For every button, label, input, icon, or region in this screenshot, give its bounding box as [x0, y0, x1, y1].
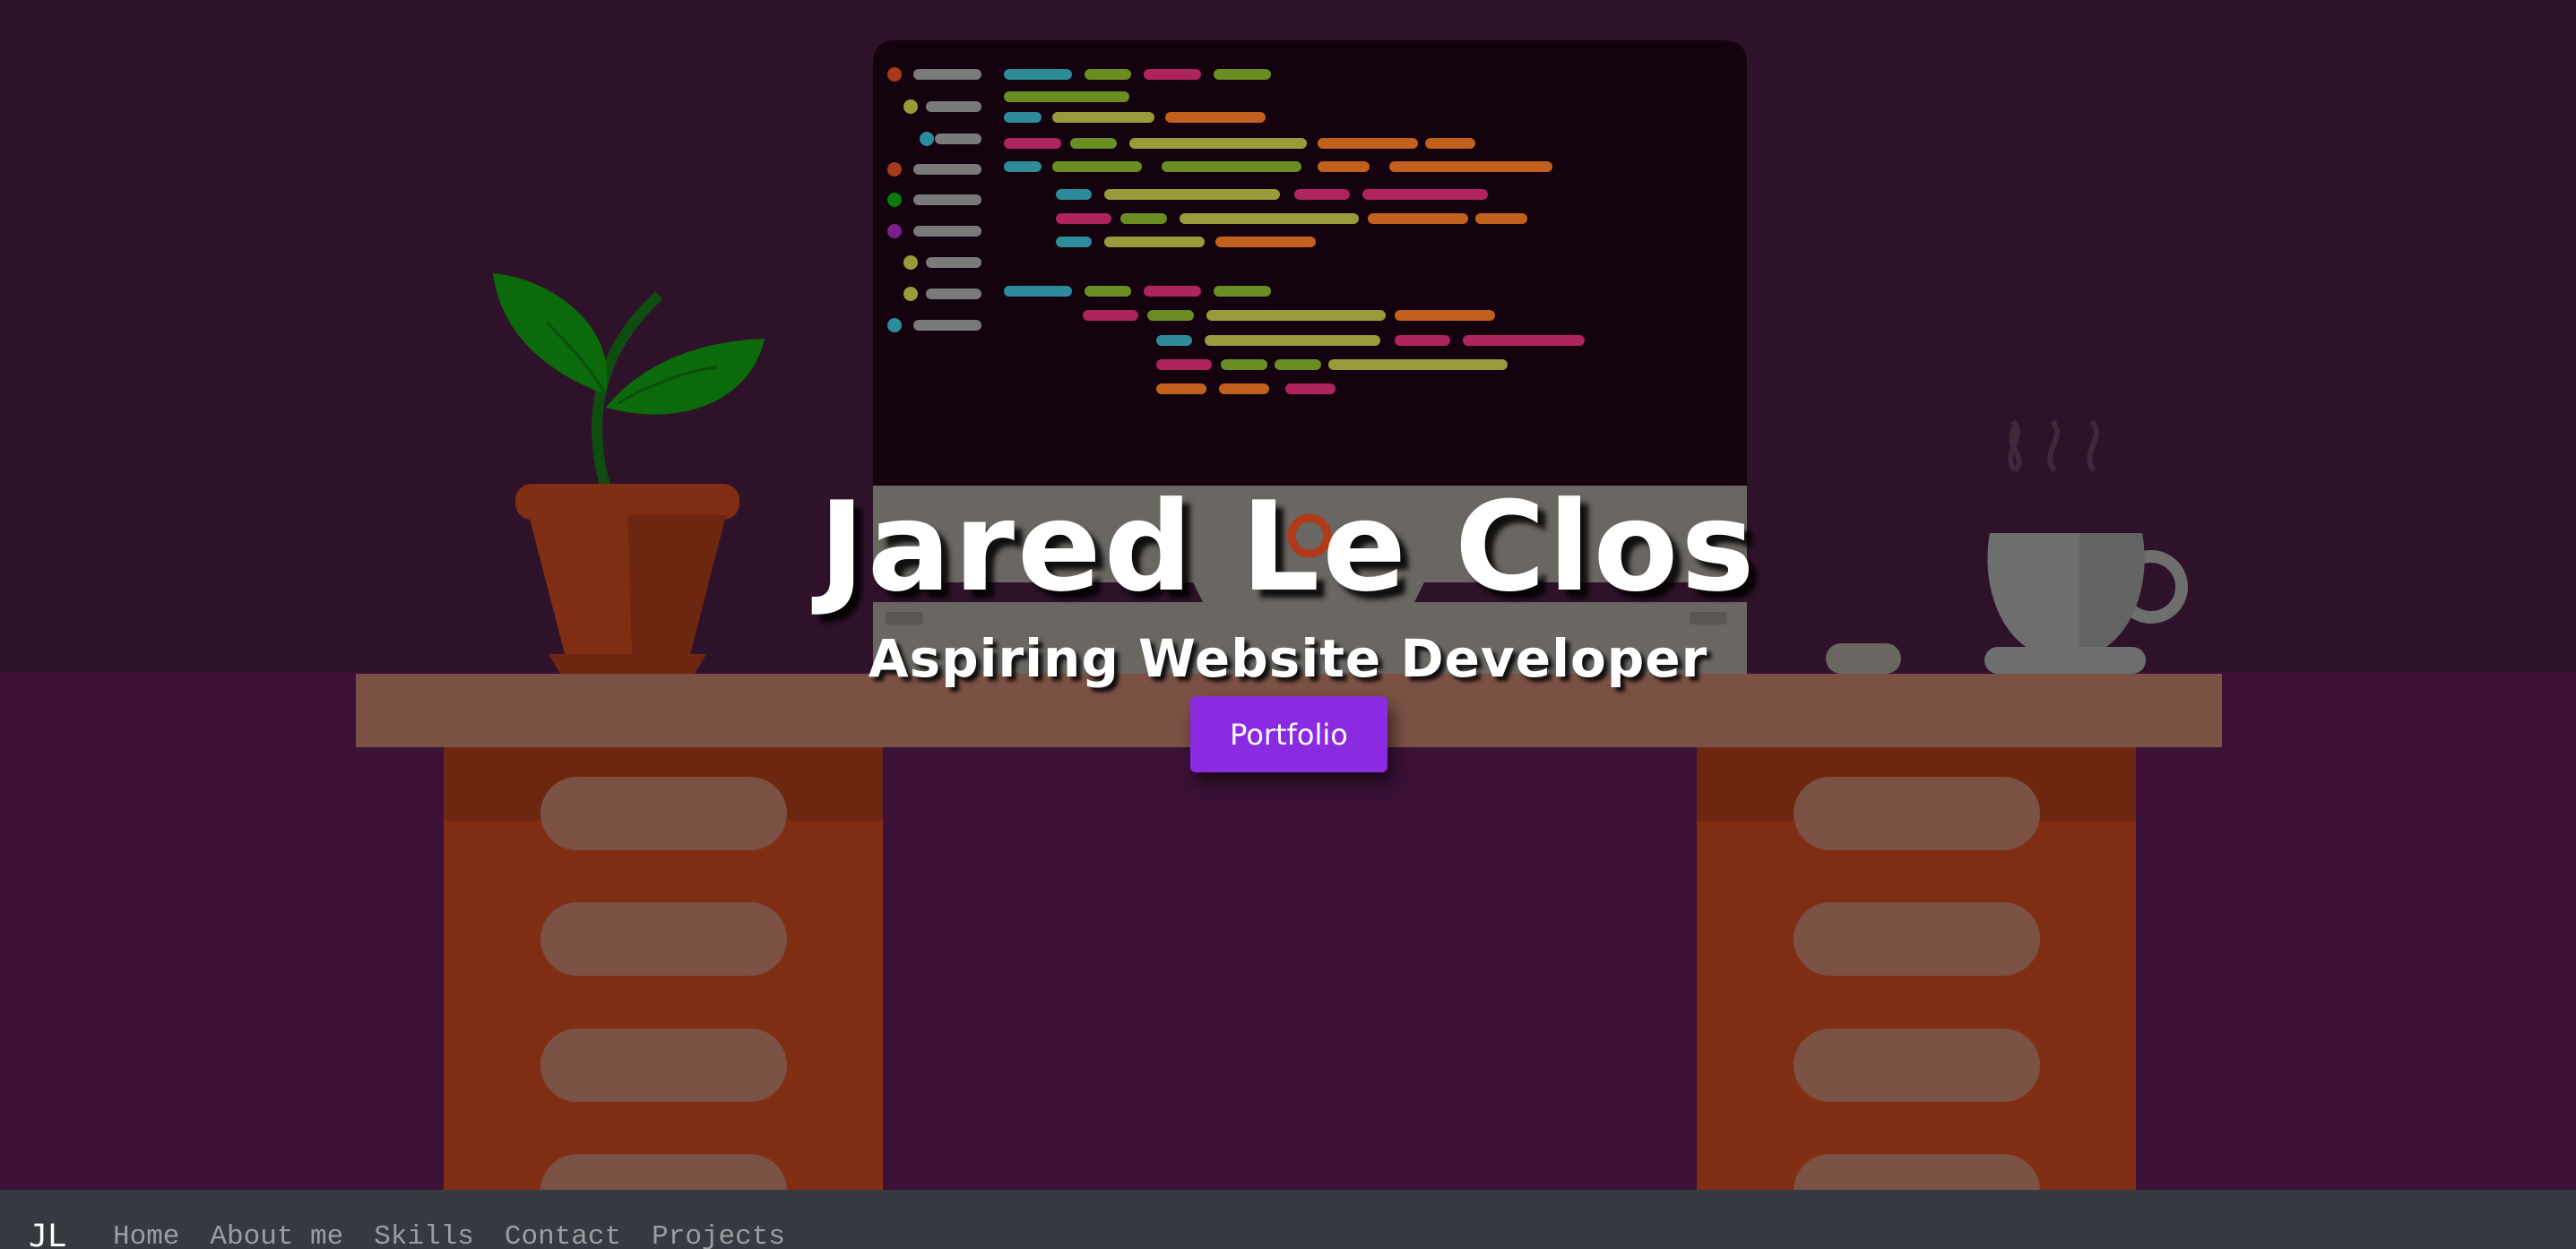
hero-title: Jared Le Clos — [818, 475, 1758, 620]
navbar: JL Home About me Skills Contact Projects — [0, 1190, 2576, 1249]
navbar-brand[interactable]: JL — [29, 1221, 66, 1249]
nav-link-home[interactable]: Home — [113, 1223, 179, 1249]
nav-link-about-me[interactable]: About me — [210, 1223, 343, 1249]
desk-scene-illustration — [0, 0, 2576, 1227]
nav-link-skills[interactable]: Skills — [374, 1223, 474, 1249]
portfolio-button[interactable]: Portfolio — [1190, 696, 1387, 772]
nav-link-contact[interactable]: Contact — [505, 1223, 621, 1249]
hero-subtitle: Aspiring Website Developer — [868, 628, 1708, 690]
navbar-links: Home About me Skills Contact Projects — [113, 1223, 785, 1249]
nav-link-projects[interactable]: Projects — [652, 1223, 785, 1249]
